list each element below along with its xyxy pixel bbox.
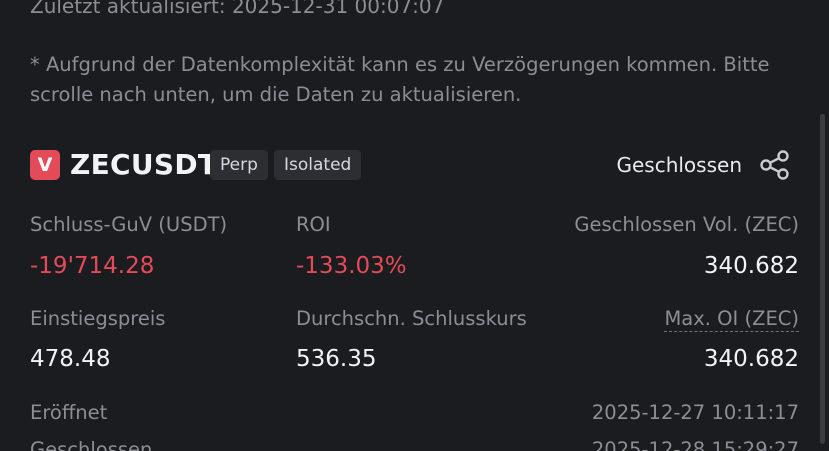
closed-time: 2025-12-28 15:29:27 (591, 438, 799, 451)
avg-close-price-value: 536.35 (296, 346, 377, 372)
closing-pnl-label: Schluss-GuV (USDT) (30, 213, 228, 236)
entry-price-value: 478.48 (30, 346, 111, 372)
exchange-logo-icon: V (30, 150, 60, 180)
position-status: Geschlossen (616, 153, 742, 177)
last-updated-text: Zuletzt aktualisiert: 2025-12-31 00:07:0… (30, 0, 445, 18)
roi-label: ROI (296, 213, 331, 236)
position-header: V ZECUSDT Perp Isolated Geschlossen (30, 146, 799, 184)
roi-value: -133.03% (296, 253, 407, 279)
symbol-title: ZECUSDT (70, 148, 218, 181)
position-history-page: Zuletzt aktualisiert: 2025-12-31 00:07:0… (0, 0, 829, 451)
perp-tag: Perp (210, 150, 268, 180)
data-delay-notice: * Aufgrund der Datenkomplexität kann es … (30, 53, 770, 106)
share-icon[interactable] (759, 149, 791, 181)
avg-close-price-label: Durchschn. Schlusskurs (296, 307, 527, 330)
opened-label: Eröffnet (30, 401, 108, 424)
closed-label: Geschlossen (30, 438, 153, 451)
scrollbar[interactable] (820, 114, 825, 444)
max-oi-label[interactable]: Max. OI (ZEC) (664, 307, 799, 332)
closed-volume-label: Geschlossen Vol. (ZEC) (574, 213, 799, 236)
margin-mode-tag: Isolated (274, 150, 362, 180)
max-oi-value: 340.682 (703, 346, 799, 372)
opened-time: 2025-12-27 10:11:17 (591, 401, 799, 424)
closed-volume-value: 340.682 (703, 253, 799, 279)
closing-pnl-value: -19'714.28 (30, 253, 155, 279)
entry-price-label: Einstiegspreis (30, 307, 166, 330)
